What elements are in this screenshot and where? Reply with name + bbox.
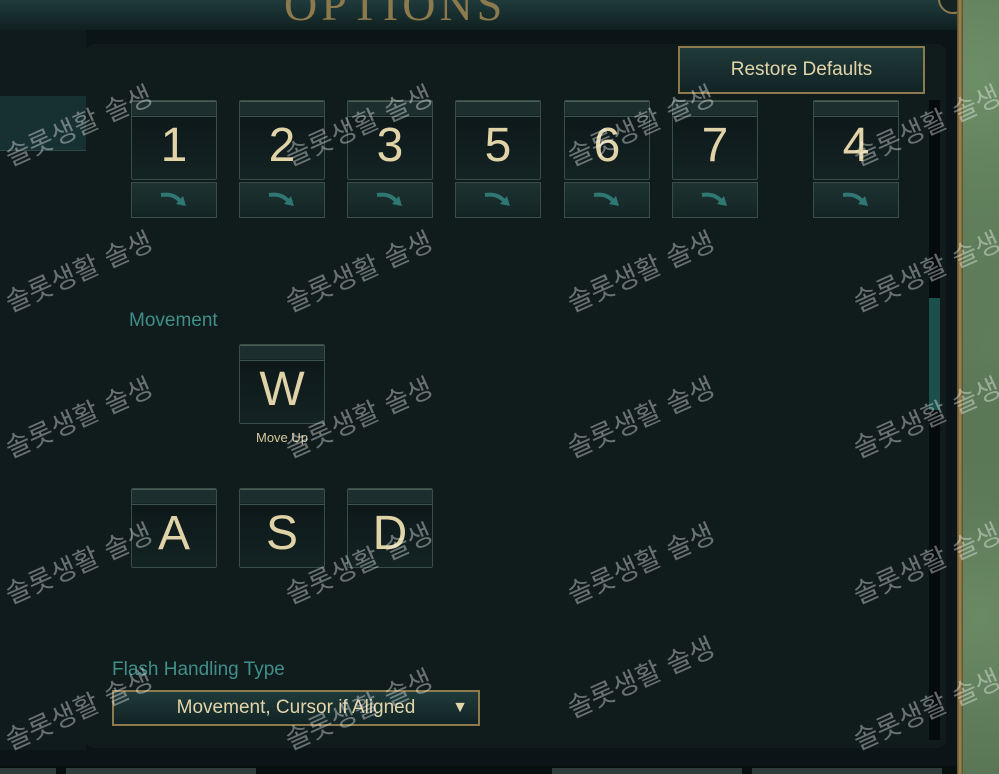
quick-cast-toggle[interactable] <box>455 182 541 218</box>
key-label: 3 <box>376 119 404 172</box>
select-value: Movement, Cursor if Aligned <box>176 697 416 718</box>
quick-cast-toggle[interactable] <box>239 182 325 218</box>
title-bar: OPTIONS <box>0 0 960 30</box>
left-nav <box>0 30 86 750</box>
quick-cast-toggle[interactable] <box>672 182 758 218</box>
bottom-tab[interactable] <box>552 768 742 774</box>
quick-cast-toggle[interactable] <box>813 182 899 218</box>
bottom-bar <box>0 766 957 774</box>
key-label: 6 <box>593 119 621 172</box>
movement-section-label: Movement <box>129 310 218 331</box>
curved-arrow-icon <box>484 192 510 206</box>
scrollbar[interactable] <box>929 100 940 740</box>
curved-arrow-icon <box>268 192 294 206</box>
curved-arrow-icon <box>160 192 186 206</box>
flash-handling-select[interactable]: Movement, Cursor if Aligned ▼ <box>112 690 480 726</box>
key-label: A <box>157 507 190 560</box>
bottom-tab[interactable] <box>66 768 256 774</box>
key-label: 1 <box>160 119 188 172</box>
key-label: D <box>372 507 408 560</box>
bottom-tab[interactable] <box>752 768 942 774</box>
curved-arrow-icon <box>701 192 727 206</box>
key-caption: Move Up <box>255 430 309 445</box>
key-label: 5 <box>484 119 512 172</box>
quick-cast-toggle[interactable] <box>131 182 217 218</box>
flash-handling-label: Flash Handling Type <box>112 659 285 680</box>
key-label: S <box>265 507 298 560</box>
quick-cast-toggle[interactable] <box>347 182 433 218</box>
scrollbar-thumb[interactable] <box>929 298 940 410</box>
restore-defaults-button[interactable]: Restore Defaults <box>678 46 925 94</box>
map-background <box>963 0 999 774</box>
key-label: 4 <box>842 119 870 172</box>
curved-arrow-icon <box>593 192 619 206</box>
key-label: 2 <box>268 119 296 172</box>
quick-cast-toggle[interactable] <box>564 182 650 218</box>
key-label: W <box>259 363 305 416</box>
window-title: OPTIONS <box>284 0 507 30</box>
key-label: 7 <box>701 119 729 172</box>
curved-arrow-icon <box>842 192 868 206</box>
left-nav-item-selected[interactable] <box>0 96 86 151</box>
curved-arrow-icon <box>376 192 402 206</box>
dropdown-arrow-icon: ▼ <box>452 699 468 716</box>
bottom-tab[interactable] <box>0 768 56 774</box>
